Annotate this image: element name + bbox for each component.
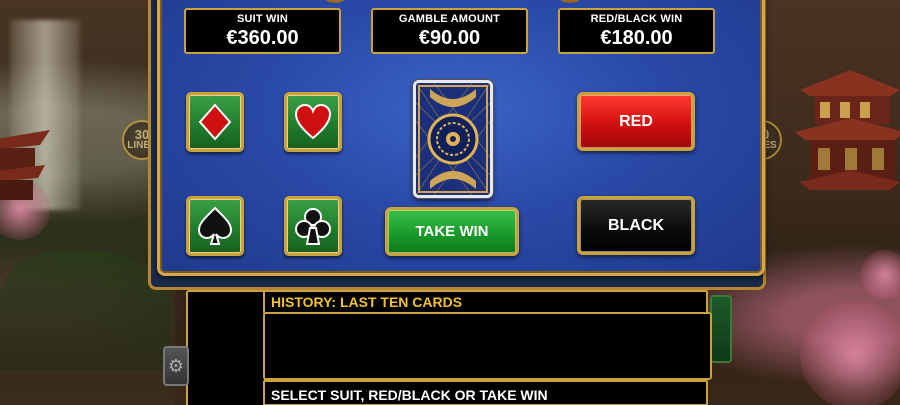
grass-decoration: [0, 250, 170, 370]
red-black-win-label: RED/BLACK WIN: [590, 13, 683, 25]
pagoda-right-icon: [795, 70, 900, 190]
gamble-amount-box: GAMBLE AMOUNT €90.00: [371, 8, 528, 54]
frame-ornament: [320, 0, 350, 3]
suit-button-diamonds[interactable]: [186, 92, 244, 152]
suit-button-clubs[interactable]: [284, 196, 342, 256]
red-black-win-value: €180.00: [600, 27, 673, 49]
gear-icon: ⚙: [167, 355, 185, 376]
pagoda-left-icon: [0, 130, 50, 200]
black-button[interactable]: BLACK: [577, 196, 695, 255]
frame-ornament: [555, 0, 585, 3]
side-panel-strip: [710, 295, 732, 363]
history-cards-area: [263, 312, 712, 380]
status-message: SELECT SUIT, RED/BLACK OR TAKE WIN: [271, 387, 548, 403]
history-title: HISTORY: LAST TEN CARDS: [271, 294, 463, 310]
spade-icon: [197, 206, 233, 245]
face-down-card: [413, 80, 493, 198]
suit-win-value: €360.00: [226, 27, 299, 49]
suit-button-hearts[interactable]: [284, 92, 342, 152]
suit-win-label: SUIT WIN: [236, 13, 289, 25]
history-title-bar: HISTORY: LAST TEN CARDS: [263, 290, 708, 314]
red-black-win-box: RED/BLACK WIN €180.00: [558, 8, 715, 54]
take-win-button[interactable]: TAKE WIN: [385, 207, 519, 256]
blossom-decoration: [800, 300, 900, 405]
gamble-amount-label: GAMBLE AMOUNT: [398, 13, 501, 25]
card-back-pattern-icon: [416, 83, 490, 195]
control-box: [186, 290, 266, 405]
red-button[interactable]: RED: [577, 92, 695, 151]
suit-win-box: SUIT WIN €360.00: [184, 8, 341, 54]
club-icon: [295, 208, 331, 245]
gamble-amount-value: €90.00: [418, 27, 481, 49]
heart-icon: [294, 103, 332, 140]
suit-button-spades[interactable]: [186, 196, 244, 256]
settings-gear-button[interactable]: ⚙: [163, 346, 189, 386]
diamond-icon: [198, 103, 232, 141]
status-bar: SELECT SUIT, RED/BLACK OR TAKE WIN: [263, 380, 708, 405]
